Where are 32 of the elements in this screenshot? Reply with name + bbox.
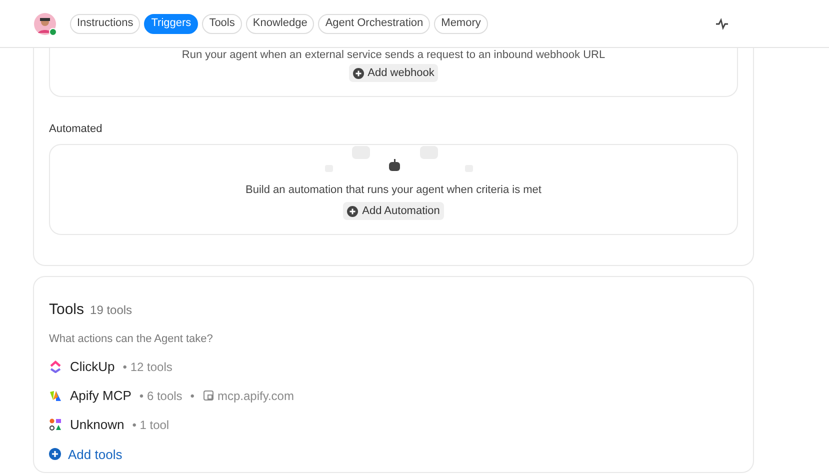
tab[interactable]: Agent Orchestration (318, 14, 430, 34)
tool-name[interactable]: Apify MCP (70, 386, 132, 406)
tool-count: • 6 tools (139, 388, 182, 404)
tab[interactable]: Triggers (144, 14, 198, 34)
apify-logo-icon (49, 389, 62, 402)
plus-icon (347, 206, 358, 216)
tool-name[interactable]: ClickUp (70, 356, 115, 376)
tab[interactable]: Knowledge (246, 14, 314, 34)
automation-description: Build an automation that runs your agent when criteria is met (246, 182, 542, 198)
app-grid-icon (49, 418, 62, 431)
section-subtitle: What actions can the Agent take? (49, 332, 214, 347)
tab[interactable]: Memory (434, 14, 488, 34)
section-title: Tools (49, 300, 84, 320)
plus-icon (49, 448, 61, 460)
section-label: Automated (49, 122, 104, 137)
tool-count: 19 tools (90, 302, 132, 318)
avatar-icon (34, 12, 56, 34)
server-icon (202, 390, 214, 401)
add-tools-link[interactable]: Add tools (49, 444, 122, 464)
tool-count: • 1 tool (132, 416, 170, 434)
activity-icon[interactable] (715, 18, 729, 30)
chevrons-icon (49, 360, 62, 373)
tool-count: • 12 tools (122, 358, 172, 376)
server-url: mcp.apify.com (218, 388, 294, 404)
tab[interactable]: Instructions (70, 14, 140, 34)
webhook-description: Run your agent when an external service sends a request to an inbound webhook URL (182, 48, 606, 62)
tool-name[interactable]: Unknown (70, 414, 124, 434)
tab[interactable]: Tools (202, 14, 242, 34)
add-automation-button[interactable]: Add Automation (343, 202, 444, 220)
plus-icon (352, 68, 364, 78)
separator-dot: • (190, 388, 194, 404)
add-webhook-button[interactable]: Add webhook (348, 64, 438, 82)
